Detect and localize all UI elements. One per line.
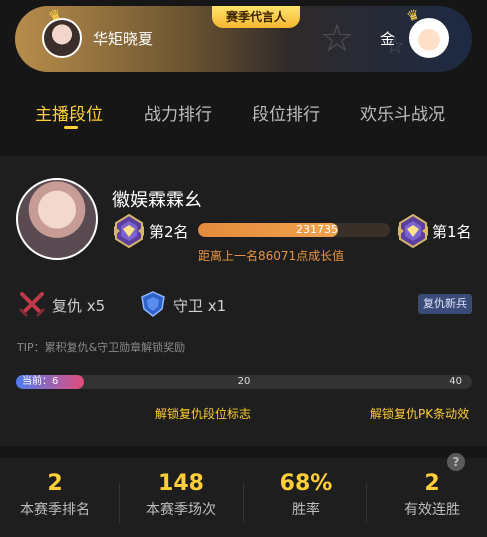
shield-icon bbox=[141, 291, 165, 317]
stat-season-rank: 2 本赛季排名 bbox=[0, 470, 110, 519]
tab-active-indicator bbox=[64, 126, 78, 129]
next-rank-label: 第1名 bbox=[432, 223, 472, 241]
divider bbox=[119, 483, 120, 523]
unlock-reward-text[interactable]: 解锁复仇段位标志 bbox=[155, 405, 251, 422]
profile-name: 徽娱霖霖幺 bbox=[112, 190, 202, 211]
tab-anchor-rank[interactable]: 主播段位 bbox=[35, 100, 103, 125]
guard-medal-count: x1 bbox=[207, 297, 227, 315]
stat-value: 148 bbox=[158, 471, 204, 496]
stat-label: 本赛季排名 bbox=[20, 502, 90, 518]
divider bbox=[243, 483, 244, 523]
avatar[interactable] bbox=[16, 178, 98, 260]
stat-win-rate: 68% 胜率 bbox=[251, 470, 361, 519]
progress-milestone-20: 20 bbox=[237, 376, 251, 387]
stat-value: 68% bbox=[279, 471, 333, 496]
stat-label: 胜率 bbox=[292, 502, 320, 518]
stat-label: 有效连胜 bbox=[404, 502, 460, 518]
avatar[interactable] bbox=[409, 18, 449, 58]
revenge-medal-count: x5 bbox=[86, 297, 106, 315]
rank-badge-icon bbox=[398, 214, 428, 248]
stat-season-matches: 148 本赛季场次 bbox=[126, 470, 236, 519]
stat-win-streak: 2 有效连胜 bbox=[377, 470, 487, 519]
banner-tag: 赛季代言人 bbox=[212, 6, 300, 28]
spokesperson-banner[interactable]: ☆ ☆ 赛季代言人 bbox=[15, 6, 472, 72]
stat-value: 2 bbox=[47, 471, 63, 496]
avatar[interactable] bbox=[42, 18, 82, 58]
unlock-reward-text[interactable]: 解锁复仇PK条动效 bbox=[370, 405, 469, 422]
help-icon[interactable]: ? bbox=[447, 453, 465, 471]
current-rank-label: 第2名 bbox=[149, 223, 189, 241]
progress-milestone-40: 40 bbox=[449, 376, 462, 387]
crossed-swords-icon bbox=[19, 292, 45, 317]
tab-battle-status[interactable]: 欢乐斗战况 bbox=[360, 100, 445, 125]
tab-bar: 主播段位 战力排行 段位排行 欢乐斗战况 bbox=[0, 100, 487, 140]
rank-badge-icon bbox=[114, 214, 144, 248]
stat-value: 2 bbox=[424, 471, 440, 496]
tab-power-ranking[interactable]: 战力排行 bbox=[144, 100, 212, 125]
star-decoration-icon: ☆ bbox=[320, 16, 355, 60]
tab-tier-ranking[interactable]: 段位排行 bbox=[252, 100, 320, 125]
score-value: 231735 bbox=[296, 223, 338, 236]
banner-right-name[interactable]: 金 bbox=[380, 28, 395, 49]
medal-row: 复仇 x5 守卫 x1 bbox=[0, 290, 487, 320]
progress-current-label: 当前：6 bbox=[22, 376, 59, 387]
rank-gap-text: 距离上一名86071点成长值 bbox=[198, 249, 345, 263]
tip-text: TIP：累积复仇&守卫勋章解锁奖励 bbox=[17, 341, 186, 354]
revenge-medal-label: 复仇 x5 bbox=[52, 297, 106, 315]
medal-progress-bar: 当前：6 20 40 bbox=[16, 375, 472, 389]
banner-left-name[interactable]: 华矩晓夏 bbox=[93, 28, 153, 49]
stat-label: 本赛季场次 bbox=[146, 502, 216, 518]
status-badge[interactable]: 复仇新兵 bbox=[418, 294, 472, 314]
guard-medal-label: 守卫 x1 bbox=[173, 297, 227, 315]
divider bbox=[366, 483, 367, 523]
